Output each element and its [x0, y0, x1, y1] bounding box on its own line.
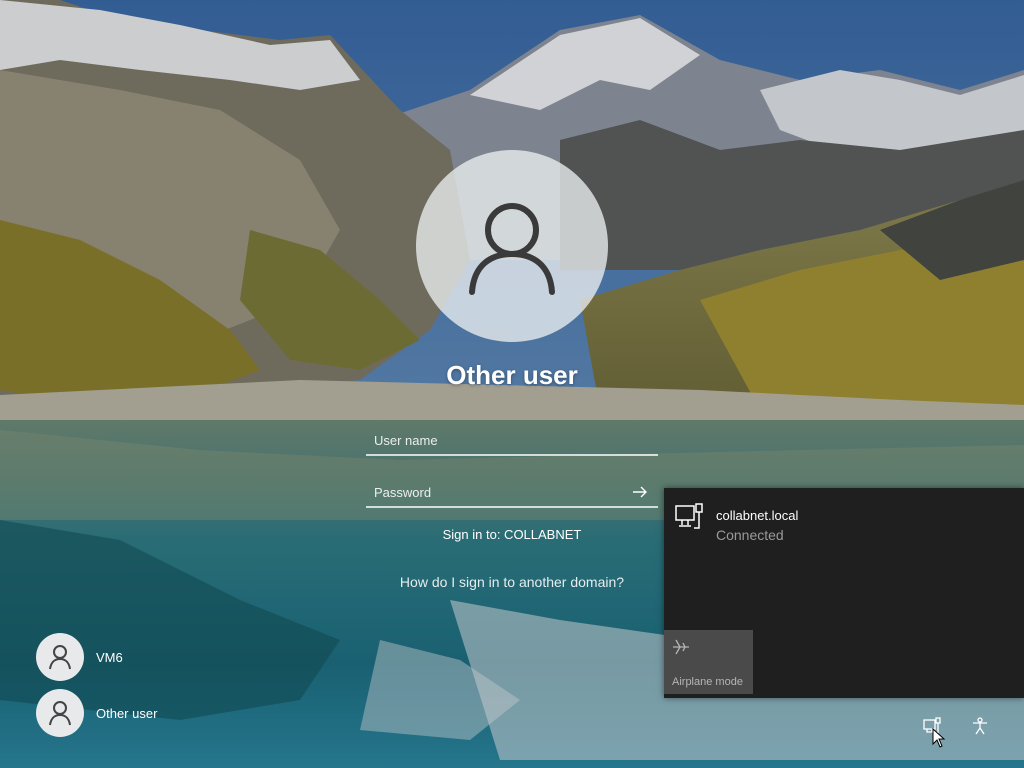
submit-button[interactable]: [628, 481, 652, 503]
user-list-item[interactable]: VM6: [36, 633, 123, 681]
network-item[interactable]: collabnet.local Connected: [674, 502, 798, 543]
avatar: [36, 689, 84, 737]
person-icon: [49, 701, 71, 726]
user-avatar-large: [416, 150, 608, 342]
ease-of-access-button[interactable]: [968, 714, 992, 738]
person-icon: [469, 203, 555, 295]
other-domain-link[interactable]: How do I sign in to another domain?: [312, 574, 712, 590]
network-status: Connected: [716, 527, 784, 543]
ethernet-icon: [675, 503, 703, 529]
user-name: Other user: [96, 705, 158, 721]
airplane-icon: [673, 639, 689, 655]
username-input[interactable]: [366, 426, 658, 456]
airplane-mode-label: Airplane mode: [672, 676, 743, 688]
network-name: collabnet.local: [716, 508, 799, 523]
airplane-mode-toggle[interactable]: Airplane mode: [664, 630, 753, 694]
network-tray-button[interactable]: [920, 714, 944, 738]
avatar: [36, 633, 84, 681]
network-flyout: collabnet.local Connected Airplane mode: [664, 488, 1024, 698]
sign-in-domain-label: Sign in to: COLLABNET: [442, 527, 582, 542]
accessibility-icon: [973, 717, 987, 735]
person-icon: [49, 645, 71, 670]
network-icon: [923, 717, 941, 733]
user-list-item[interactable]: Other user: [36, 689, 157, 737]
user-name: VM6: [96, 649, 123, 665]
page-title: Other user: [446, 360, 578, 390]
password-input[interactable]: [366, 478, 658, 508]
arrow-right-icon: [633, 486, 647, 498]
